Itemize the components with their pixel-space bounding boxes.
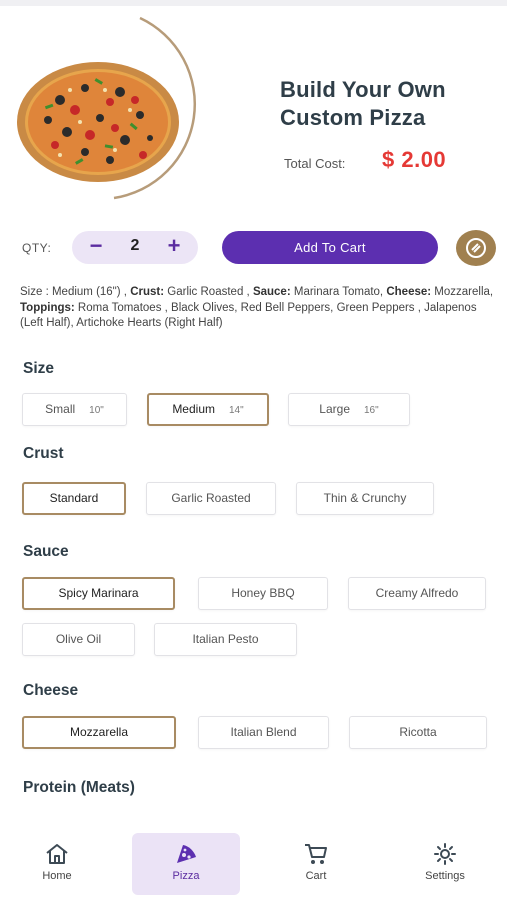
nav-settings-label: Settings <box>425 870 465 882</box>
summary-size-label: Size : <box>20 286 49 298</box>
nav-pizza-label: Pizza <box>172 870 200 882</box>
decrement-button[interactable]: − <box>84 234 108 260</box>
summary-size-value: Medium (16") , <box>51 286 127 298</box>
cheese-option-italian-blend[interactable]: Italian Blend <box>198 716 329 749</box>
sauce-option-olive-oil[interactable]: Olive Oil <box>22 623 135 656</box>
nav-settings[interactable]: Settings <box>391 833 499 895</box>
size-option-large[interactable]: Large 16" <box>288 393 410 426</box>
total-cost-value: $ 2.00 <box>382 147 447 172</box>
page-title: Build Your Own Custom Pizza <box>280 77 446 130</box>
cheese-section-title: Cheese <box>23 682 79 699</box>
crust-section-title: Crust <box>23 445 64 462</box>
sauce-option-spicy-marinara[interactable]: Spicy Marinara <box>22 577 175 610</box>
increment-button[interactable]: + <box>162 234 186 260</box>
summary-crust-label: Crust: <box>130 286 165 298</box>
quantity-stepper: − 2 + <box>72 231 198 264</box>
summary-crust-value: Garlic Roasted , <box>167 286 250 298</box>
summary-toppings-label: Toppings: <box>20 301 75 314</box>
size-option-label: Small <box>45 402 76 416</box>
crust-option-thin-crunchy[interactable]: Thin & Crunchy <box>296 482 434 515</box>
pizza-slice-icon <box>177 845 196 863</box>
crust-option-standard[interactable]: Standard <box>22 482 126 515</box>
summary-sauce-label: Sauce: <box>252 286 291 298</box>
summary-sauce-value: Marinara Tomato, <box>293 286 384 298</box>
sauce-option-honey-bbq[interactable]: Honey BBQ <box>198 577 328 610</box>
protein-section-title: Protein (Meats) <box>23 779 135 796</box>
nav-pizza[interactable]: Pizza <box>132 833 240 895</box>
nav-cart-label: Cart <box>305 870 327 882</box>
qty-label: QTY: <box>22 241 52 255</box>
coupon-icon <box>466 238 486 258</box>
cart-icon <box>305 844 327 864</box>
nav-cart[interactable]: Cart <box>262 833 370 895</box>
pizza-header: Build Your Own Custom Pizza Total Cost: … <box>0 14 507 204</box>
size-option-inches: 14" <box>229 405 244 416</box>
crust-option-garlic-roasted[interactable]: Garlic Roasted <box>146 482 276 515</box>
cheese-option-mozzarella[interactable]: Mozzarella <box>22 716 176 749</box>
size-section-title: Size <box>23 360 55 377</box>
size-option-small[interactable]: Small 10" <box>22 393 127 426</box>
cheese-option-ricotta[interactable]: Ricotta <box>349 716 487 749</box>
sauce-section-title: Sauce <box>23 543 69 560</box>
summary-cheese-value: Mozzarella, <box>434 286 494 298</box>
home-icon <box>46 844 68 864</box>
summary-toppings-value: Roma Tomatoes , Black Olives, Red Bell P… <box>20 301 477 330</box>
size-option-inches: 10" <box>89 405 104 416</box>
pizza-icon <box>17 62 179 182</box>
pizza-image <box>10 14 210 204</box>
sauce-option-creamy-alfredo[interactable]: Creamy Alfredo <box>348 577 486 610</box>
sauce-option-italian-pesto[interactable]: Italian Pesto <box>154 623 297 656</box>
nav-home[interactable]: Home <box>3 833 111 895</box>
status-bar <box>0 0 507 6</box>
size-option-label: Large <box>319 402 350 416</box>
add-to-cart-button[interactable]: Add To Cart <box>222 231 438 264</box>
bottom-navigation: Home Pizza Cart Settings <box>0 818 507 900</box>
nav-home-label: Home <box>42 870 72 882</box>
coupon-button[interactable] <box>456 230 496 266</box>
size-option-medium[interactable]: Medium 14" <box>147 393 269 426</box>
quantity-value: 2 <box>130 237 140 254</box>
gear-icon <box>434 843 456 865</box>
summary-cheese-label: Cheese: <box>386 286 432 298</box>
size-option-inches: 16" <box>364 405 379 416</box>
total-cost-label: Total Cost: <box>284 156 346 171</box>
size-option-label: Medium <box>172 402 215 416</box>
order-summary: Size : Medium (16") , Crust: Garlic Roas… <box>20 285 495 332</box>
